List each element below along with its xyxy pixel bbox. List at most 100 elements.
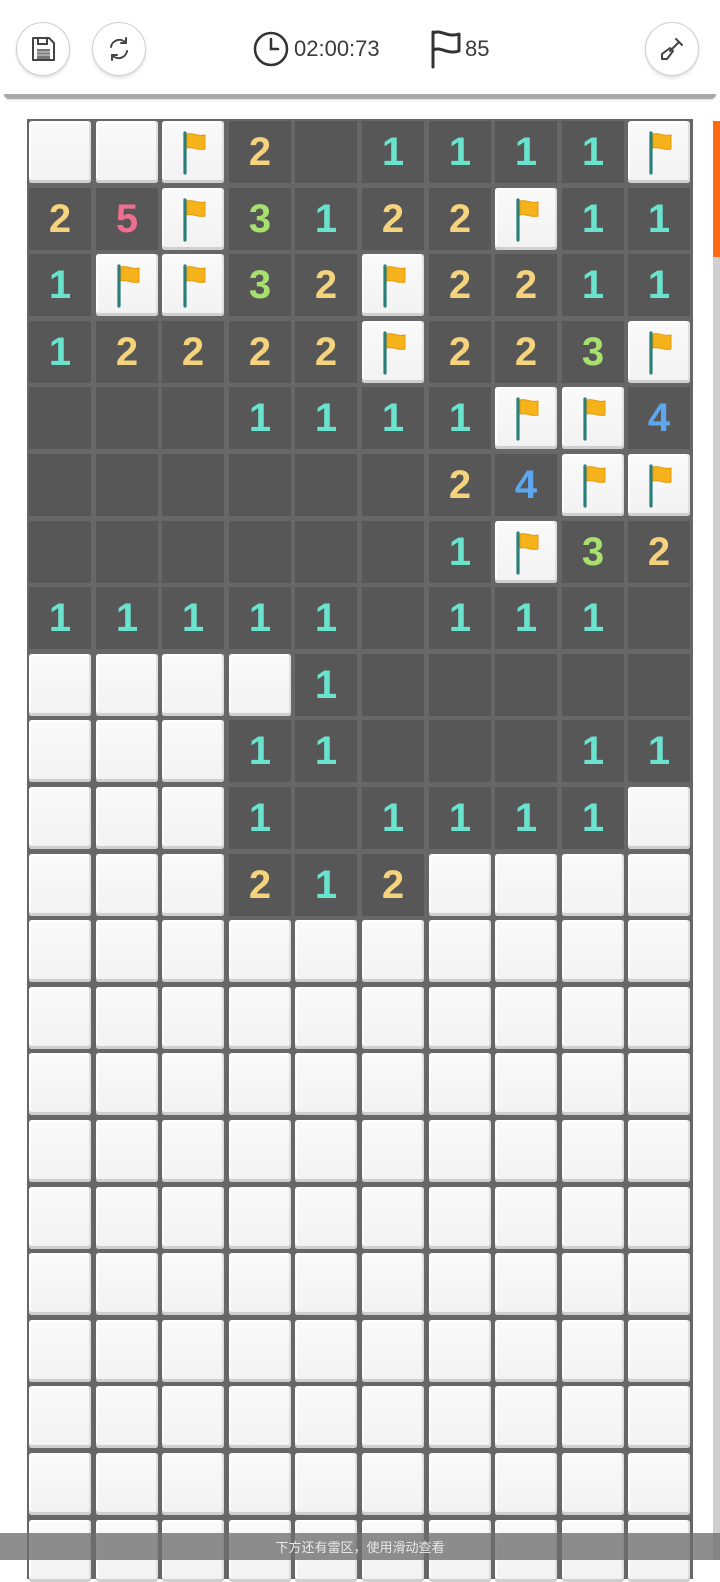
cell-empty[interactable] bbox=[96, 521, 158, 583]
cell-empty[interactable] bbox=[229, 521, 291, 583]
cell-covered[interactable] bbox=[495, 854, 557, 916]
cell-number[interactable]: 1 bbox=[429, 121, 491, 183]
save-button[interactable] bbox=[16, 22, 70, 76]
cell-covered[interactable] bbox=[29, 854, 91, 916]
cell-covered[interactable] bbox=[96, 854, 158, 916]
cell-number[interactable]: 4 bbox=[495, 454, 557, 516]
cell-empty[interactable] bbox=[295, 454, 357, 516]
cell-number[interactable]: 1 bbox=[429, 587, 491, 649]
cell-covered[interactable] bbox=[229, 1453, 291, 1515]
cell-covered[interactable] bbox=[295, 1320, 357, 1382]
cell-number[interactable]: 1 bbox=[295, 188, 357, 250]
cell-covered[interactable] bbox=[362, 1453, 424, 1515]
cell-covered[interactable] bbox=[229, 1187, 291, 1249]
cell-flagged[interactable] bbox=[628, 454, 690, 516]
cell-number[interactable]: 1 bbox=[362, 121, 424, 183]
cell-empty[interactable] bbox=[495, 654, 557, 716]
cell-covered[interactable] bbox=[562, 1453, 624, 1515]
cell-covered[interactable] bbox=[628, 987, 690, 1049]
cell-covered[interactable] bbox=[96, 720, 158, 782]
cell-covered[interactable] bbox=[29, 1386, 91, 1448]
cell-empty[interactable] bbox=[628, 587, 690, 649]
cell-covered[interactable] bbox=[162, 1253, 224, 1315]
cell-covered[interactable] bbox=[495, 1120, 557, 1182]
cell-covered[interactable] bbox=[295, 1053, 357, 1115]
cell-number[interactable]: 3 bbox=[562, 321, 624, 383]
cell-covered[interactable] bbox=[96, 1053, 158, 1115]
cell-empty[interactable] bbox=[628, 654, 690, 716]
cell-covered[interactable] bbox=[229, 920, 291, 982]
cell-covered[interactable] bbox=[495, 1386, 557, 1448]
cell-covered[interactable] bbox=[295, 1253, 357, 1315]
cell-number[interactable]: 1 bbox=[229, 720, 291, 782]
cell-covered[interactable] bbox=[628, 1120, 690, 1182]
cell-covered[interactable] bbox=[562, 1120, 624, 1182]
cell-covered[interactable] bbox=[29, 1053, 91, 1115]
cell-covered[interactable] bbox=[29, 654, 91, 716]
cell-empty[interactable] bbox=[29, 521, 91, 583]
cell-number[interactable]: 2 bbox=[362, 854, 424, 916]
cell-covered[interactable] bbox=[96, 1187, 158, 1249]
cell-flagged[interactable] bbox=[362, 321, 424, 383]
cell-covered[interactable] bbox=[295, 1187, 357, 1249]
cell-covered[interactable] bbox=[562, 1320, 624, 1382]
cell-number[interactable]: 1 bbox=[295, 587, 357, 649]
cell-covered[interactable] bbox=[362, 1320, 424, 1382]
cell-empty[interactable] bbox=[362, 521, 424, 583]
cell-covered[interactable] bbox=[229, 1320, 291, 1382]
cell-covered[interactable] bbox=[495, 1320, 557, 1382]
cell-covered[interactable] bbox=[96, 987, 158, 1049]
cell-number[interactable]: 3 bbox=[229, 254, 291, 316]
cell-number[interactable]: 2 bbox=[429, 188, 491, 250]
cell-covered[interactable] bbox=[362, 1187, 424, 1249]
cell-flagged[interactable] bbox=[96, 254, 158, 316]
cell-number[interactable]: 1 bbox=[495, 787, 557, 849]
cell-covered[interactable] bbox=[29, 720, 91, 782]
cell-covered[interactable] bbox=[495, 1187, 557, 1249]
cell-covered[interactable] bbox=[562, 854, 624, 916]
cell-number[interactable]: 1 bbox=[429, 387, 491, 449]
cell-covered[interactable] bbox=[628, 787, 690, 849]
cell-covered[interactable] bbox=[295, 1120, 357, 1182]
cell-number[interactable]: 1 bbox=[295, 854, 357, 916]
cell-number[interactable]: 1 bbox=[628, 188, 690, 250]
cell-covered[interactable] bbox=[162, 987, 224, 1049]
cell-covered[interactable] bbox=[29, 1120, 91, 1182]
cell-number[interactable]: 2 bbox=[295, 254, 357, 316]
cell-number[interactable]: 1 bbox=[29, 254, 91, 316]
cell-covered[interactable] bbox=[29, 787, 91, 849]
cell-covered[interactable] bbox=[562, 920, 624, 982]
cell-covered[interactable] bbox=[295, 1453, 357, 1515]
cell-empty[interactable] bbox=[29, 454, 91, 516]
cell-covered[interactable] bbox=[295, 1386, 357, 1448]
cell-number[interactable]: 1 bbox=[295, 387, 357, 449]
cell-number[interactable]: 1 bbox=[295, 654, 357, 716]
cell-empty[interactable] bbox=[29, 387, 91, 449]
cell-number[interactable]: 1 bbox=[628, 720, 690, 782]
cell-covered[interactable] bbox=[362, 987, 424, 1049]
cell-number[interactable]: 1 bbox=[562, 254, 624, 316]
cell-number[interactable]: 2 bbox=[429, 254, 491, 316]
cell-covered[interactable] bbox=[628, 920, 690, 982]
cell-number[interactable]: 1 bbox=[562, 188, 624, 250]
cell-covered[interactable] bbox=[96, 787, 158, 849]
cell-covered[interactable] bbox=[96, 1386, 158, 1448]
cell-covered[interactable] bbox=[628, 1320, 690, 1382]
cell-covered[interactable] bbox=[29, 987, 91, 1049]
cell-number[interactable]: 1 bbox=[229, 387, 291, 449]
cell-number[interactable]: 1 bbox=[295, 720, 357, 782]
cell-number[interactable]: 1 bbox=[562, 720, 624, 782]
cell-number[interactable]: 1 bbox=[229, 787, 291, 849]
cell-covered[interactable] bbox=[162, 1320, 224, 1382]
cell-empty[interactable] bbox=[362, 587, 424, 649]
cell-empty[interactable] bbox=[295, 787, 357, 849]
cell-number[interactable]: 2 bbox=[429, 321, 491, 383]
cell-covered[interactable] bbox=[562, 1386, 624, 1448]
cell-covered[interactable] bbox=[162, 1453, 224, 1515]
cell-empty[interactable] bbox=[362, 654, 424, 716]
cell-covered[interactable] bbox=[429, 1120, 491, 1182]
cell-covered[interactable] bbox=[429, 987, 491, 1049]
cell-number[interactable]: 2 bbox=[362, 188, 424, 250]
cell-covered[interactable] bbox=[162, 920, 224, 982]
cell-number[interactable]: 2 bbox=[229, 854, 291, 916]
